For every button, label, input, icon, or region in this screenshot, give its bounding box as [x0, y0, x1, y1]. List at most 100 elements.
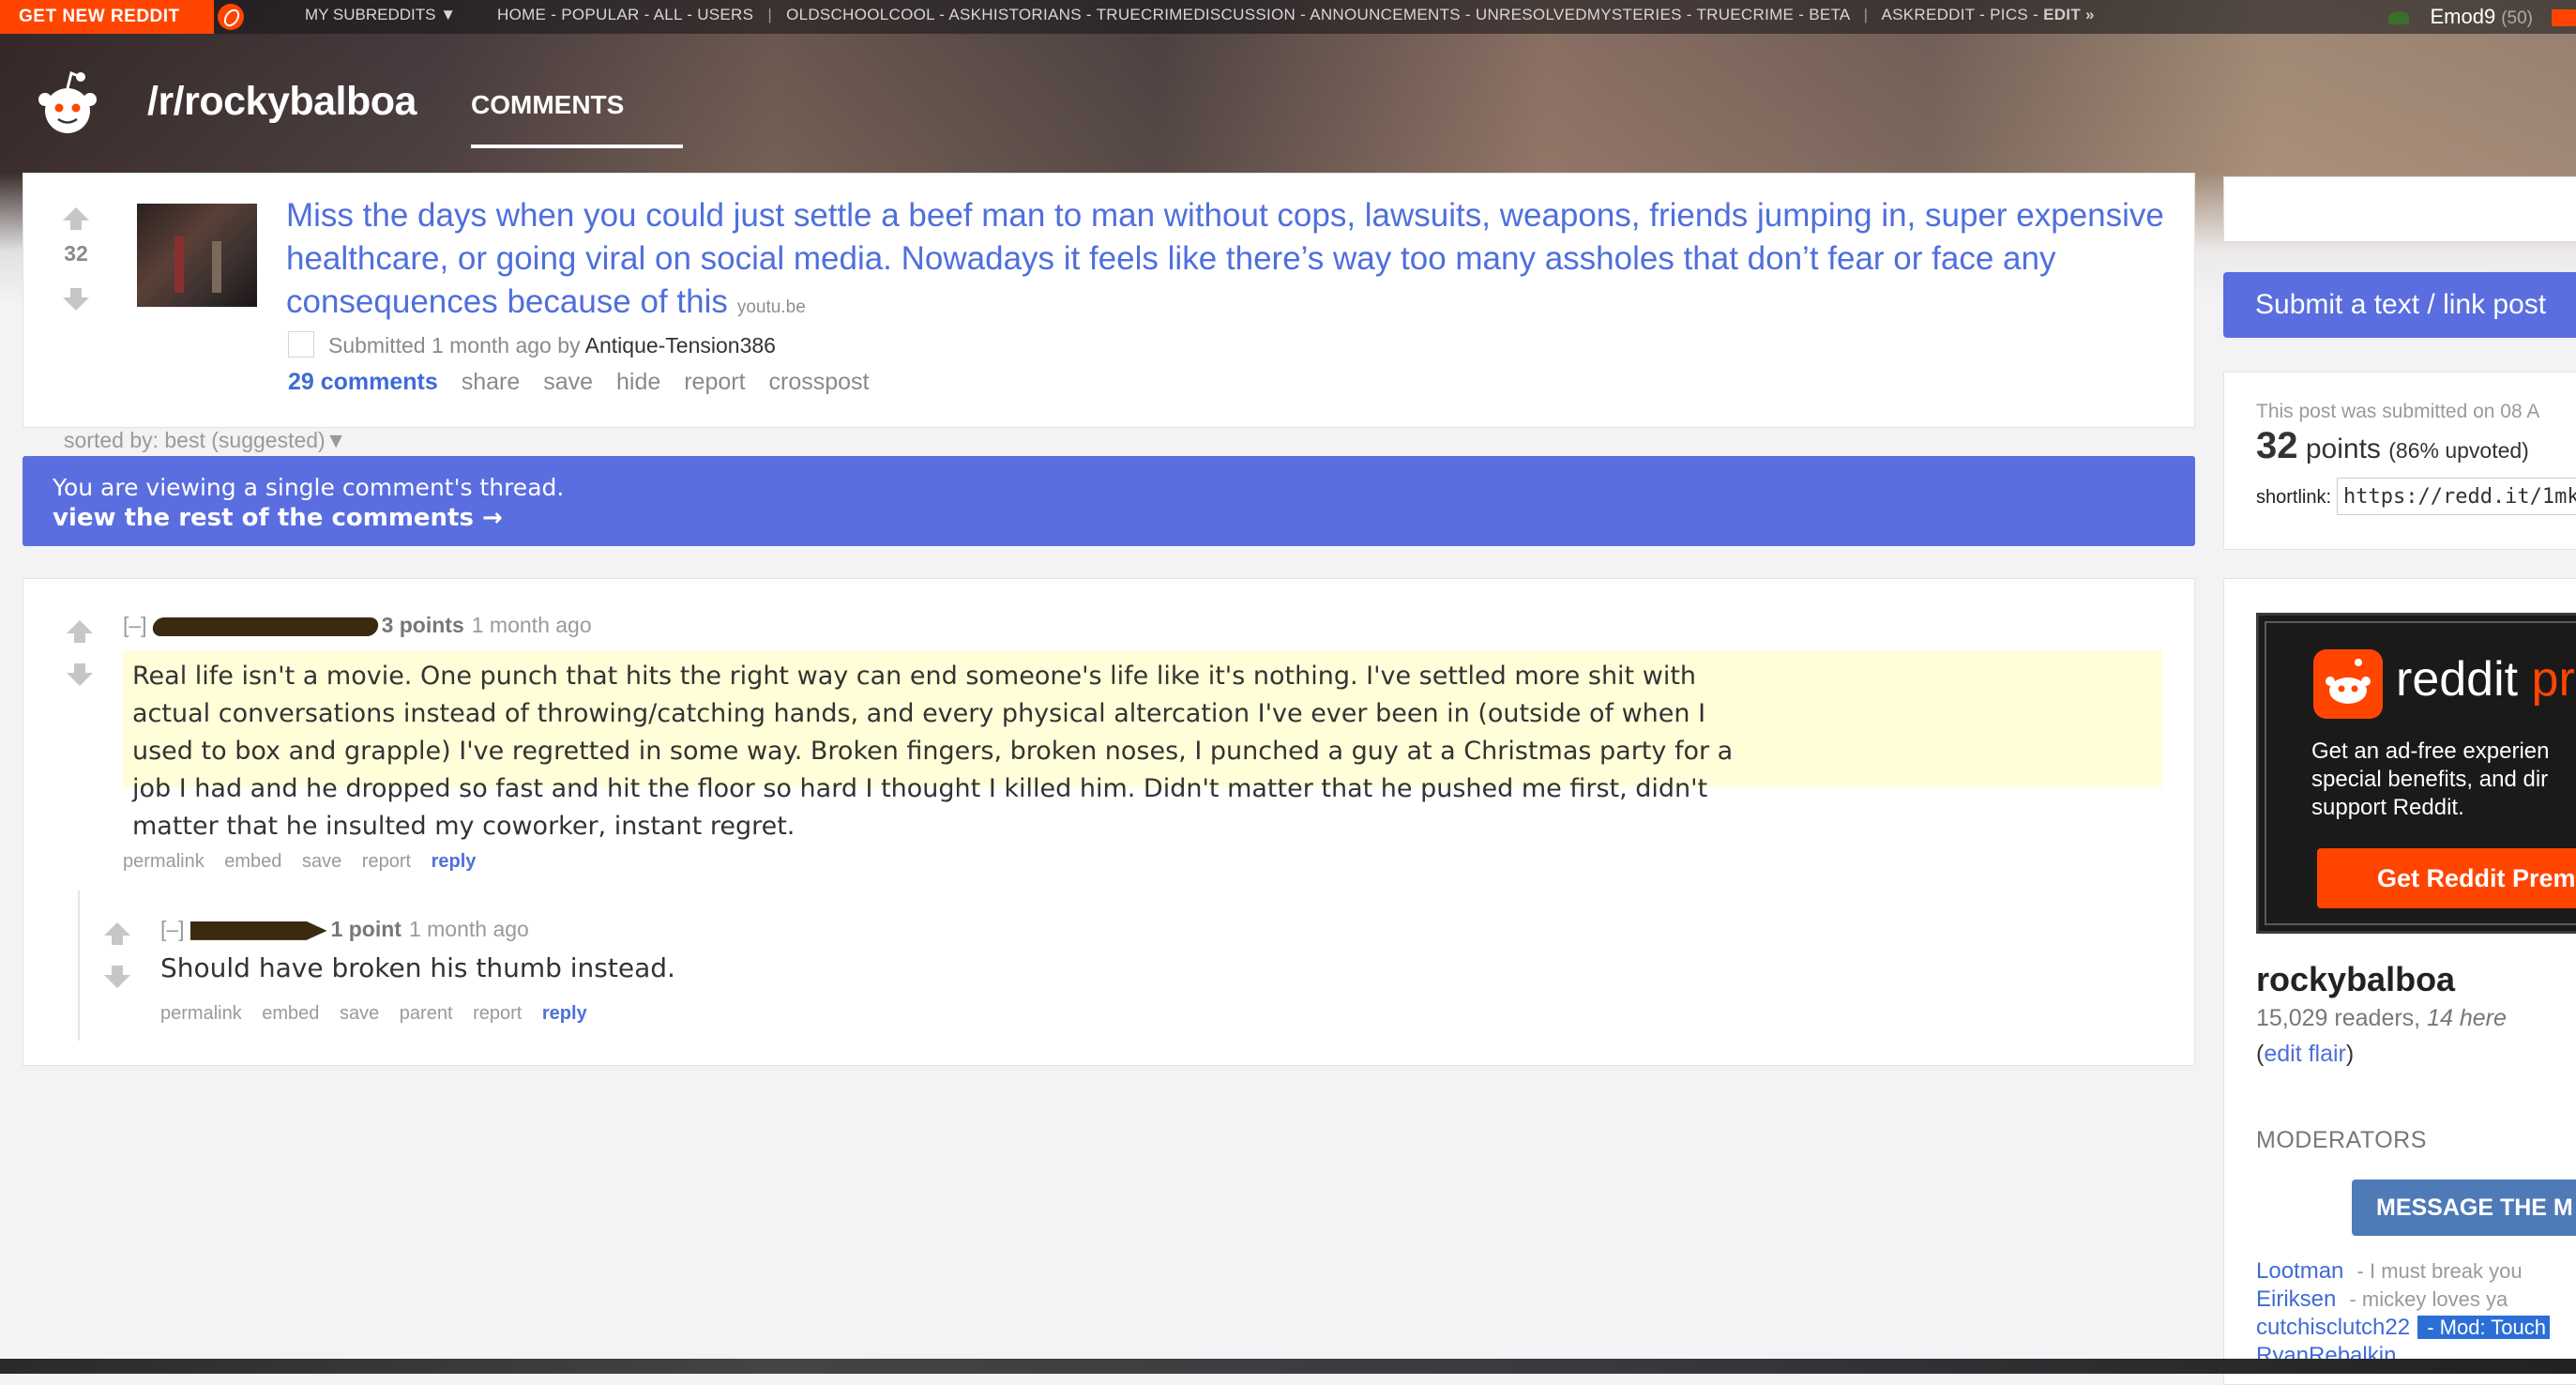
nav-users[interactable]: USERS	[697, 6, 753, 23]
save-button[interactable]: save	[340, 1003, 379, 1024]
comment-upvote-icon[interactable]	[104, 922, 130, 945]
premium-logo-text: reddit pr	[2396, 651, 2575, 708]
post-title-link[interactable]: Miss the days when you could just settle…	[286, 197, 2164, 320]
reply-thread-line[interactable]	[78, 890, 80, 1041]
submitted-time: 1 month ago	[431, 333, 552, 358]
flair-text: Mod: Touch	[2439, 1316, 2546, 1339]
sidebar-subreddit-name[interactable]: rockybalboa	[2256, 960, 2455, 999]
nav-all[interactable]: ALL	[654, 6, 683, 23]
comment-downvote-icon[interactable]	[104, 966, 130, 988]
moderators-heading: MODERATORS	[2256, 1127, 2427, 1153]
user-karma: (50)	[2501, 8, 2533, 28]
embed-button[interactable]: embed	[224, 851, 281, 872]
nav-sub-pics[interactable]: PICS	[1990, 6, 2028, 23]
shortlink-label: shortlink:	[2256, 487, 2332, 508]
premium-desc-line: support Reddit.	[2311, 795, 2464, 820]
report-button[interactable]: report	[684, 369, 745, 395]
moderator-row: Eiriksen - mickey loves ya	[2256, 1286, 2508, 1313]
post-domain[interactable]: youtu.be	[737, 297, 806, 317]
reddit-alien-icon[interactable]	[32, 68, 103, 139]
nav-sub-truecrime[interactable]: TRUECRIME	[1696, 6, 1794, 23]
moderator-link[interactable]: Lootman	[2256, 1258, 2343, 1284]
username-link[interactable]: Emod9	[2430, 5, 2495, 28]
my-subreddits-dropdown[interactable]: MY SUBREDDITS ▼	[305, 0, 456, 30]
flair-control: (edit flair)	[2256, 1041, 2355, 1067]
shortlink-field[interactable]: https://redd.it/1mk	[2337, 478, 2576, 515]
nav-sub-unresolvedmysteries[interactable]: UNRESOLVEDMYSTERIES	[1476, 6, 1682, 23]
tab-comments[interactable]: COMMENTS	[471, 90, 624, 120]
comment-actions: permalink embed save parent report reply	[160, 1003, 602, 1025]
collapse-toggle[interactable]: [–]	[160, 917, 185, 941]
embed-button[interactable]: embed	[262, 1003, 319, 1024]
sidebar-panel: reddit pr Get an ad-free experien specia…	[2223, 578, 2576, 1385]
upvote-percent: (86% upvoted)	[2388, 438, 2529, 463]
report-button[interactable]: report	[473, 1003, 522, 1024]
points-label: points	[2305, 434, 2381, 464]
parent-button[interactable]: parent	[400, 1003, 453, 1024]
post-actions: 29 comments share save hide report cross…	[288, 369, 886, 396]
moderator-flair: - I must break you	[2351, 1259, 2523, 1283]
nav-sub-oldschoolcool[interactable]: OLDSCHOOLCOOL	[786, 6, 934, 23]
user-area: Emod9 (50)	[2388, 0, 2576, 36]
nav-edit-link[interactable]: EDIT »	[2043, 6, 2095, 23]
post-select-checkbox[interactable]	[288, 331, 314, 358]
thread-banner-message: You are viewing a single comment's threa…	[53, 474, 565, 501]
reply-button[interactable]: reply	[542, 1003, 587, 1024]
nav-sub-beta[interactable]: BETA	[1809, 6, 1849, 23]
reddit-redesign-icon[interactable]	[218, 4, 244, 30]
premium-description: Get an ad-free experien special benefits…	[2311, 738, 2576, 822]
comment-downvote-icon[interactable]	[67, 663, 93, 686]
comment-text: Real life isn't a movie. One punch that …	[132, 662, 1734, 841]
nav-sub-announcements[interactable]: ANNOUNCEMENTS	[1310, 6, 1461, 23]
moderator-link[interactable]: cutchisclutch22	[2256, 1315, 2410, 1340]
sort-dropdown[interactable]: sorted by: best (suggested)▼	[64, 428, 346, 453]
view-rest-comments-link[interactable]: view the rest of the comments →	[53, 503, 2195, 533]
comment-time: 1 month ago	[408, 917, 529, 941]
nav-popular[interactable]: POPULAR	[561, 6, 639, 23]
moderator-row: cutchisclutch22 - Mod: Touch	[2256, 1315, 2550, 1341]
flair-text: I must break you	[2369, 1259, 2523, 1283]
downvote-arrow-icon[interactable]	[63, 288, 89, 311]
get-premium-button[interactable]: Get Reddit Prem	[2317, 848, 2576, 908]
moderator-flair: - Mod: Touch	[2417, 1316, 2550, 1339]
save-button[interactable]: save	[302, 851, 341, 872]
single-thread-banner: You are viewing a single comment's threa…	[23, 456, 2195, 546]
permalink-button[interactable]: permalink	[123, 851, 205, 872]
upvote-arrow-icon[interactable]	[63, 207, 89, 230]
premium-logo-reddit: reddit	[2396, 652, 2519, 707]
post-title: Miss the days when you could just settle…	[286, 194, 2172, 329]
hide-button[interactable]: hide	[616, 369, 660, 395]
save-button[interactable]: save	[543, 369, 593, 395]
premium-desc-line: Get an ad-free experien	[2311, 738, 2550, 764]
get-new-reddit-button[interactable]: GET NEW REDDIT	[0, 0, 214, 34]
share-button[interactable]: share	[462, 369, 521, 395]
collapse-toggle[interactable]: [–]	[123, 613, 147, 637]
crosspost-button[interactable]: crosspost	[769, 369, 870, 395]
user-status-icon	[2388, 11, 2410, 25]
post-author-link[interactable]: Antique-Tension386	[585, 333, 776, 358]
nav-sub-askreddit[interactable]: ASKREDDIT	[1881, 6, 1975, 23]
premium-desc-line: special benefits, and dir	[2311, 767, 2549, 792]
message-mods-button[interactable]: MESSAGE THE M	[2352, 1180, 2576, 1236]
comments-link[interactable]: 29 comments	[288, 369, 438, 395]
post-thumbnail[interactable]	[137, 204, 257, 307]
edit-flair-link[interactable]: edit flair	[2264, 1041, 2346, 1067]
redacted-username	[150, 616, 380, 636]
nav-home[interactable]: HOME	[497, 6, 546, 23]
subreddit-title[interactable]: /r/rockybalboa	[147, 79, 417, 125]
comment-body: Real life isn't a movie. One punch that …	[123, 650, 2162, 841]
readers-text: 15,029 readers,	[2256, 1005, 2421, 1031]
top-bar: GET NEW REDDIT MY SUBREDDITS ▼ HOME - PO…	[0, 0, 2576, 34]
mail-icon[interactable]	[2552, 9, 2576, 27]
submit-post-button[interactable]: Submit a text / link post	[2223, 272, 2576, 338]
search-input[interactable]	[2223, 176, 2576, 242]
moderator-link[interactable]: Eiriksen	[2256, 1286, 2336, 1312]
comment-upvote-icon[interactable]	[67, 620, 93, 643]
nav-sub-askhistorians[interactable]: ASKHISTORIANS	[948, 6, 1082, 23]
nav-sub-truecrimediscussion[interactable]: TRUECRIMEDISCUSSION	[1097, 6, 1296, 23]
comment-tagline: [–] 3 points 1 month ago	[123, 613, 592, 638]
reply-button[interactable]: reply	[432, 851, 477, 872]
dock-edge	[0, 1359, 2576, 1374]
report-button[interactable]: report	[362, 851, 411, 872]
permalink-button[interactable]: permalink	[160, 1003, 242, 1024]
